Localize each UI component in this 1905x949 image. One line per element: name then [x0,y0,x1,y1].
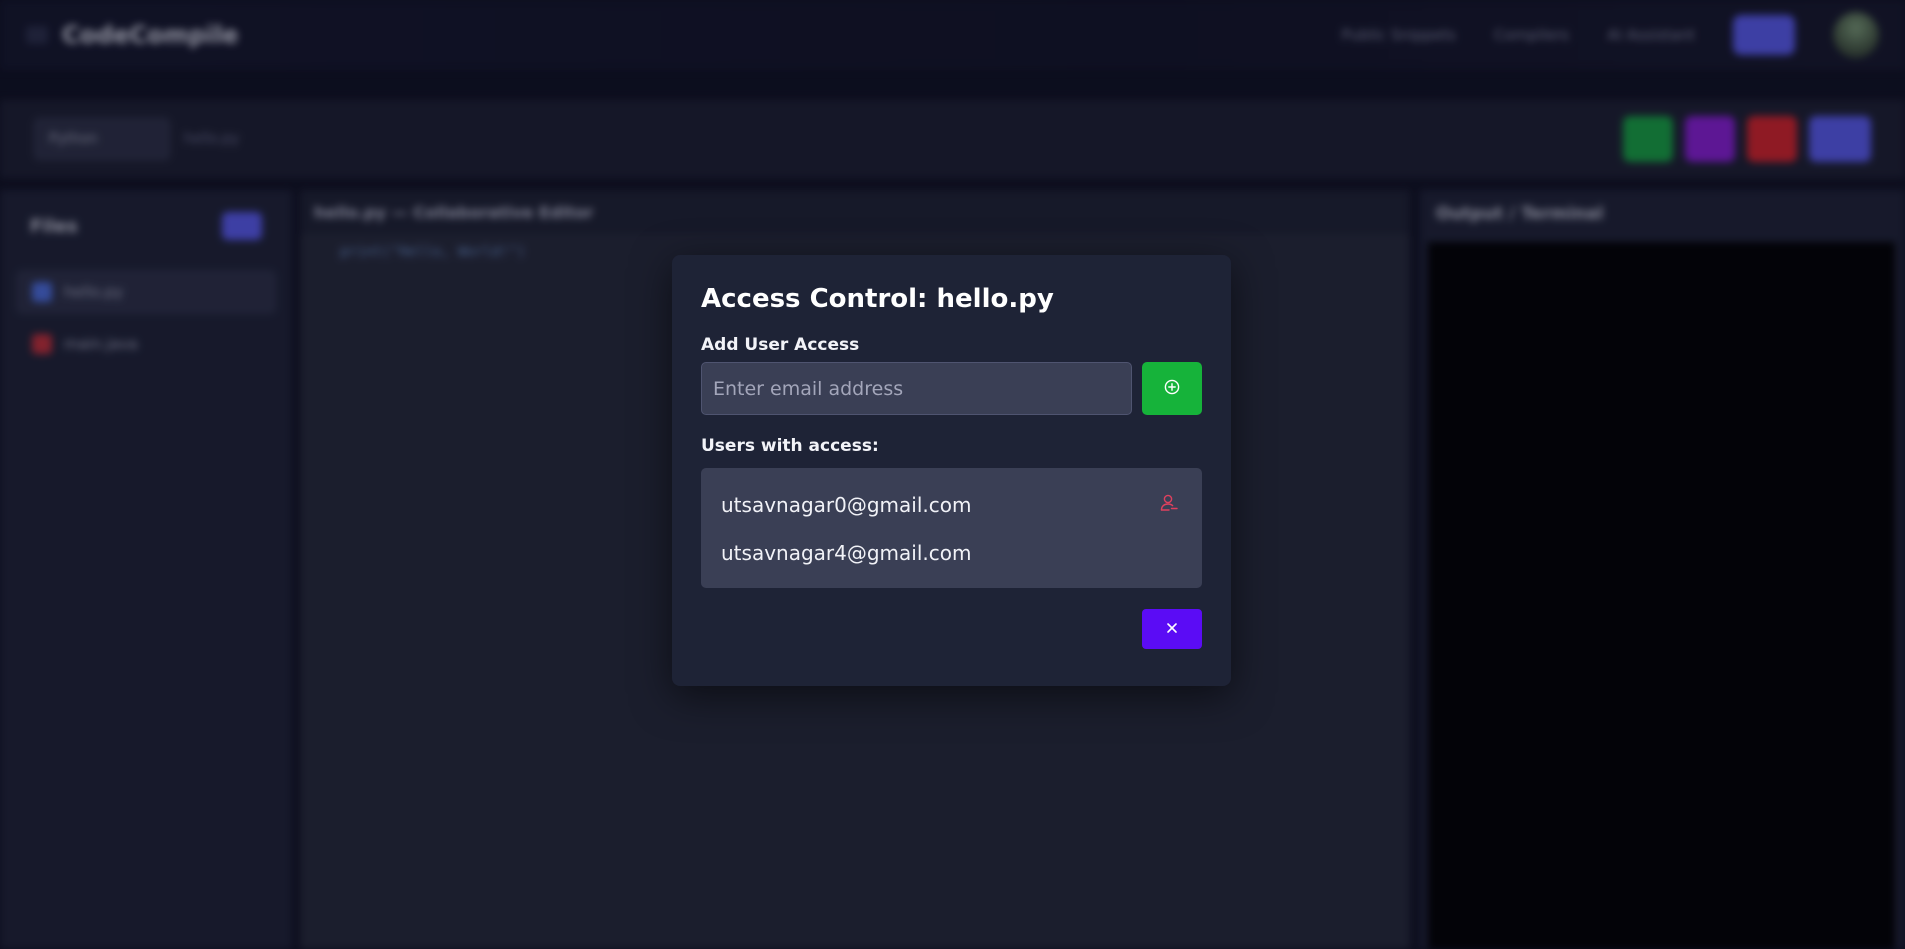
add-user-label: Add User Access [701,335,860,355]
user-email: utsavnagar0@gmail.com [721,493,972,517]
add-user-button[interactable] [1142,362,1202,415]
remove-user-button[interactable] [1156,492,1182,518]
list-item: utsavnagar4@gmail.com [721,528,1182,578]
close-button[interactable] [1142,609,1202,649]
plus-circle-icon [1164,379,1180,398]
user-minus-icon [1159,493,1179,517]
add-user-row [701,362,1202,415]
modal-footer [701,609,1202,649]
user-email: utsavnagar4@gmail.com [721,541,972,565]
access-control-modal: Access Control: hello.py Add User Access… [672,255,1231,686]
close-icon [1165,621,1179,638]
users-with-access-label: Users with access: [701,436,879,456]
list-item: utsavnagar0@gmail.com [721,482,1182,528]
email-input[interactable] [701,362,1132,415]
modal-title: Access Control: hello.py [701,284,1054,314]
users-list: utsavnagar0@gmail.com utsavnagar4@gmail.… [701,468,1202,588]
